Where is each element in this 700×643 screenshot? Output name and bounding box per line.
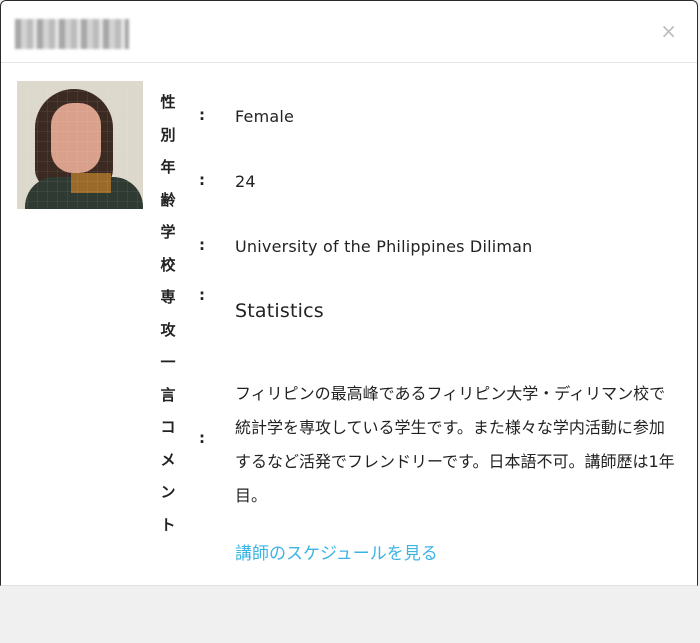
modal-header: × [1, 1, 697, 63]
close-icon[interactable]: × [660, 19, 677, 43]
label-char: 攻 [160, 320, 176, 339]
colon-age: : [199, 171, 205, 189]
field-labels: 性 別 年 齢 学 校 専 攻 一 言 コ メ ン ト [157, 89, 179, 544]
colon-major: : [199, 286, 205, 304]
label-char: 別 [160, 125, 176, 144]
label-char: メ [160, 450, 176, 469]
colon-comment: : [199, 429, 205, 447]
colon-gender: : [199, 106, 205, 124]
gender-value: Female [235, 107, 295, 126]
label-char: 学 [160, 223, 176, 241]
label-char: ン [160, 483, 176, 501]
age-value: 24 [235, 172, 256, 191]
label-char: 年 [160, 158, 176, 176]
teacher-name-blurred [15, 19, 129, 49]
label-char: 齢 [160, 190, 176, 209]
label-char: 言 [160, 385, 176, 404]
label-char: 性 [160, 93, 176, 111]
label-char: 専 [160, 288, 176, 306]
label-char: 一 [160, 353, 176, 371]
label-char: 校 [160, 255, 176, 274]
label-char: コ [160, 418, 176, 436]
label-char: ト [160, 515, 176, 534]
major-value: Statistics [235, 300, 324, 322]
teacher-profile-modal: × 性 別 年 齢 学 校 専 攻 一 言 コ メ ン ト : Female :… [0, 0, 698, 586]
school-value: University of the Philippines Diliman [235, 237, 533, 256]
comment-text: フィリピンの最高峰であるフィリピン大学・ディリマン校で統計学を専攻している学生で… [235, 384, 675, 505]
view-schedule-link[interactable]: 講師のスケジュールを見る [235, 539, 438, 564]
avatar [17, 81, 143, 209]
colon-school: : [199, 236, 205, 254]
